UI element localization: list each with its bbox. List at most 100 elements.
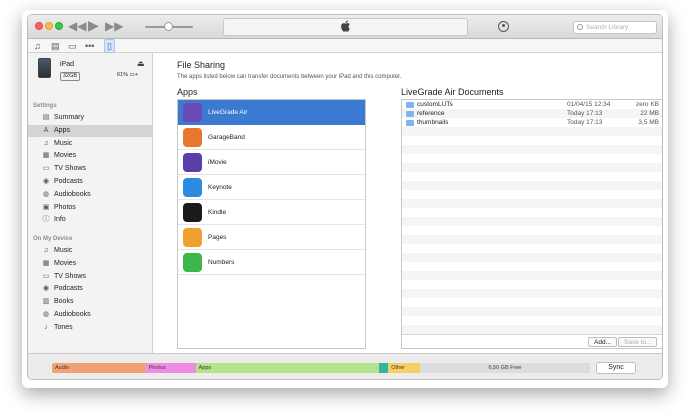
app-icon: [183, 252, 202, 272]
ipad-device-icon[interactable]: ▯: [104, 39, 115, 53]
document-size: 22 MB: [640, 110, 659, 117]
sidebar-item-label: Podcasts: [54, 285, 83, 293]
empty-row: [402, 298, 662, 307]
empty-row: [402, 289, 662, 298]
tones-icon: ♪: [44, 323, 48, 331]
app-row[interactable]: Pages: [178, 225, 365, 250]
on-my-device-header: On My Device: [33, 236, 73, 242]
document-size: zero KB: [635, 101, 659, 108]
device-name: iPad: [60, 61, 75, 68]
music-icon: ♫: [43, 247, 49, 254]
film-icon[interactable]: ▤: [51, 40, 60, 52]
eject-icon[interactable]: ⏏: [137, 59, 145, 68]
search-placeholder: Search Library: [586, 24, 629, 31]
books-icon: ▥: [42, 298, 50, 306]
app-row[interactable]: iMovie: [178, 150, 365, 175]
app-icon: [183, 152, 202, 172]
more-icon[interactable]: •••: [85, 40, 94, 52]
ondevice-item-music[interactable]: ♫ Music: [28, 245, 152, 257]
music-icon: ♫: [43, 139, 49, 147]
empty-row: [402, 235, 662, 244]
sync-button[interactable]: Sync: [596, 362, 636, 374]
capacity-segment: [378, 363, 389, 373]
document-name: reference: [417, 110, 445, 117]
app-row[interactable]: Keynote: [178, 175, 365, 200]
settings-item-apps[interactable]: A Apps: [28, 124, 152, 137]
documents-footer: Add... Save to...: [402, 334, 662, 348]
tv-icon[interactable]: ▭: [68, 40, 77, 52]
ondevice-item-movies[interactable]: ▦ Movies: [28, 258, 152, 270]
search-icon: [577, 24, 583, 30]
app-name: iMovie: [208, 158, 227, 166]
settings-item-music[interactable]: ♫ Music: [28, 138, 152, 150]
capacity-segment: 6,50 GB Free: [419, 363, 590, 373]
settings-item-summary[interactable]: ▤ Summary: [28, 112, 152, 124]
document-row[interactable]: customLUTs 01/04/15 12:34 zero KB: [402, 100, 662, 109]
sidebar-item-label: Info: [54, 216, 66, 224]
account-icon[interactable]: [498, 21, 509, 32]
movies-icon: ▦: [42, 152, 50, 160]
capacity-segment: Other: [388, 363, 420, 373]
document-row[interactable]: reference Today 17:13 22 MB: [402, 109, 662, 118]
ondevice-item-tv-shows[interactable]: ▭ TV Shows: [28, 271, 152, 283]
sidebar-item-label: Tones: [54, 323, 73, 331]
app-icon: [183, 227, 202, 247]
folder-icon: [406, 111, 414, 117]
settings-item-tv-shows[interactable]: ▭ TV Shows: [28, 163, 152, 175]
app-row[interactable]: GarageBand: [178, 125, 365, 150]
settings-item-info[interactable]: ⓘ Info: [28, 214, 152, 226]
app-name: GarageBand: [208, 133, 245, 141]
photos-icon: ▣: [42, 203, 50, 211]
document-date: Today 17:13: [567, 110, 603, 117]
empty-row: [402, 154, 662, 163]
search-input[interactable]: Search Library: [573, 21, 657, 34]
app-row[interactable]: LiveGrade Air: [178, 100, 365, 125]
fast-forward-icon[interactable]: ▶▶: [105, 19, 123, 33]
empty-row: [402, 325, 662, 334]
save-to-button[interactable]: Save to...: [618, 337, 658, 347]
zoom-button[interactable]: [55, 22, 63, 30]
summary-icon: ▤: [42, 114, 50, 121]
app-name: Numbers: [208, 258, 235, 266]
empty-row: [402, 181, 662, 190]
music-note-icon[interactable]: ♫: [34, 40, 41, 52]
app-icon: [183, 102, 202, 122]
volume-knob[interactable]: [164, 22, 173, 31]
ipad-thumbnail-icon: [38, 58, 51, 78]
sidebar-item-label: Audiobooks: [54, 190, 91, 198]
capacity-segment: Audio: [52, 363, 146, 373]
folder-icon: [406, 120, 414, 126]
sidebar-item-label: Podcasts: [54, 178, 83, 185]
app-row[interactable]: Kindle: [178, 200, 365, 225]
ondevice-item-audiobooks[interactable]: ◍ Audiobooks: [28, 309, 152, 321]
ondevice-item-books[interactable]: ▥ Books: [28, 296, 152, 308]
sidebar-item-label: Audiobooks: [54, 311, 91, 318]
play-icon[interactable]: ▶: [88, 18, 99, 32]
empty-row: [402, 163, 662, 172]
add-button[interactable]: Add...: [588, 337, 617, 347]
empty-row: [402, 244, 662, 253]
sidebar: iPad ⏏ 32GB 61% ▭+ Settings ▤ Summary A App…: [28, 53, 153, 353]
empty-row: [402, 136, 662, 145]
main-content: File Sharing The apps listed below can t…: [154, 53, 662, 353]
battery-icon: ▭+: [129, 72, 138, 78]
minimize-button[interactable]: [45, 22, 53, 30]
close-button[interactable]: [35, 22, 43, 30]
app-row[interactable]: Numbers: [178, 250, 365, 275]
app-icon: [183, 127, 202, 147]
settings-item-audiobooks[interactable]: ◍ Audiobooks: [28, 189, 152, 201]
rewind-icon[interactable]: ◀◀: [68, 19, 86, 33]
empty-row: [402, 307, 662, 316]
settings-item-movies[interactable]: ▦ Movies: [28, 150, 152, 162]
capacity-bar-area: Audio Photos Apps Other 6,50 GB Free Sync: [28, 353, 662, 379]
document-row[interactable]: thumbnails Today 17:13 3,5 MB: [402, 118, 662, 127]
settings-item-podcasts[interactable]: ◉ Podcasts: [28, 176, 152, 188]
settings-item-photos[interactable]: ▣ Photos: [28, 202, 152, 214]
ondevice-item-podcasts[interactable]: ◉ Podcasts: [28, 283, 152, 295]
sidebar-item-label: Movies: [54, 152, 77, 160]
apple-logo-icon: [341, 20, 350, 32]
podcasts-icon: ◉: [42, 285, 50, 293]
ondevice-item-tones[interactable]: ♪ Tones: [28, 322, 152, 334]
tv-icon: ▭: [42, 272, 50, 280]
battery-percent: 61%: [117, 72, 129, 78]
